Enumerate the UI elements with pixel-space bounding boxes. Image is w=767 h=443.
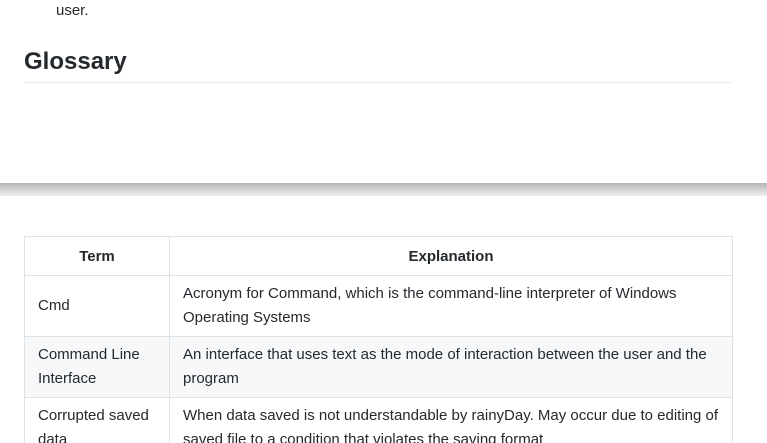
term-cell: Command Line Interface <box>24 336 170 398</box>
table-row: Corrupted saved data When data saved is … <box>24 397 733 443</box>
term-cell: Cmd <box>24 275 170 337</box>
previous-paragraph-tail: user. <box>56 2 89 19</box>
term-cell: Corrupted saved data <box>24 397 170 443</box>
term-column-header: Term <box>24 236 170 276</box>
heading-divider <box>24 82 732 83</box>
explanation-cell: Acronym for Command, which is the comman… <box>169 275 733 337</box>
table-row: Cmd Acronym for Command, which is the co… <box>24 275 733 337</box>
explanation-column-header: Explanation <box>169 236 733 276</box>
glossary-heading: Glossary <box>24 48 127 75</box>
glossary-table: Term Explanation Cmd Acronym for Command… <box>24 236 733 443</box>
table-row: Command Line Interface An interface that… <box>24 336 733 398</box>
page-break-divider <box>0 183 767 196</box>
document-page: user. Glossary Term Explanation Cmd Acro… <box>0 0 767 443</box>
glossary-table-container: Term Explanation Cmd Acronym for Command… <box>24 236 733 443</box>
explanation-cell: When data saved is not understandable by… <box>169 397 733 443</box>
table-header-row: Term Explanation <box>24 236 733 276</box>
explanation-cell: An interface that uses text as the mode … <box>169 336 733 398</box>
page-top: user. Glossary <box>0 0 767 183</box>
